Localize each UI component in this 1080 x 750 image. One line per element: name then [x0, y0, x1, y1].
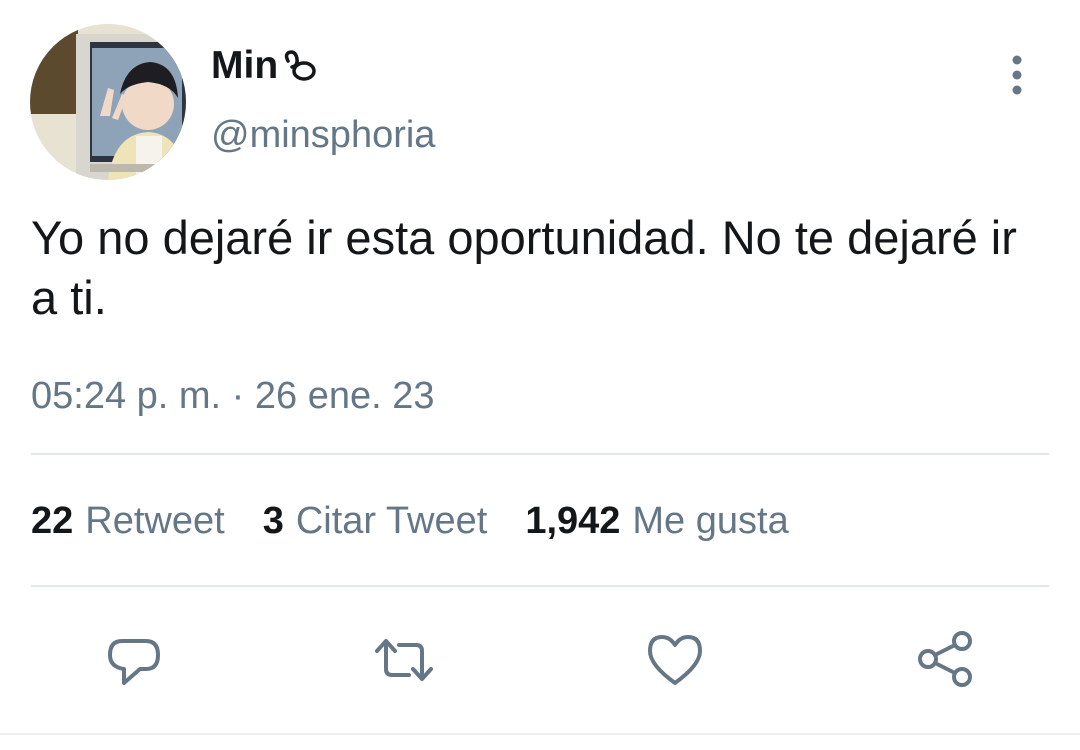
like-count-stat[interactable]: 1,942 Me gusta	[525, 500, 788, 543]
divider	[31, 585, 1049, 587]
user-handle[interactable]: @minsphoria	[211, 114, 435, 157]
heart-icon[interactable]	[640, 625, 710, 695]
tweet-detail: Min @minsphoria Yo no dejaré ir esta opo…	[0, 0, 1080, 750]
tweet-stats: 22 Retweet 3 Citar Tweet 1,942 Me gusta	[31, 500, 827, 543]
reply-icon[interactable]	[100, 625, 170, 695]
stat-label: Retweet	[85, 500, 225, 542]
stat-label: Me gusta	[632, 500, 789, 542]
stat-count: 1,942	[525, 500, 621, 542]
display-name-text: Min	[211, 44, 279, 87]
share-icon[interactable]	[910, 625, 980, 695]
divider	[31, 453, 1049, 455]
retweet-count-stat[interactable]: 22 Retweet	[31, 500, 225, 543]
more-vertical-icon[interactable]	[995, 52, 1039, 100]
avatar[interactable]	[30, 24, 186, 180]
tweet-actions-bar	[0, 625, 1080, 695]
tweet-timestamp[interactable]: 05:24 p. m. · 26 ene. 23	[31, 375, 435, 418]
stat-count: 22	[31, 500, 74, 542]
retweet-icon[interactable]	[369, 625, 439, 695]
stat-label: Citar Tweet	[295, 500, 488, 542]
divider	[0, 733, 1080, 735]
stat-count: 3	[262, 500, 284, 542]
quote-count-stat[interactable]: 3 Citar Tweet	[263, 500, 488, 543]
tweet-text: Yo no dejaré ir esta oportunidad. No te …	[31, 211, 1017, 324]
display-name[interactable]: Min	[211, 44, 318, 88]
infinity-emoji-icon	[280, 47, 318, 85]
